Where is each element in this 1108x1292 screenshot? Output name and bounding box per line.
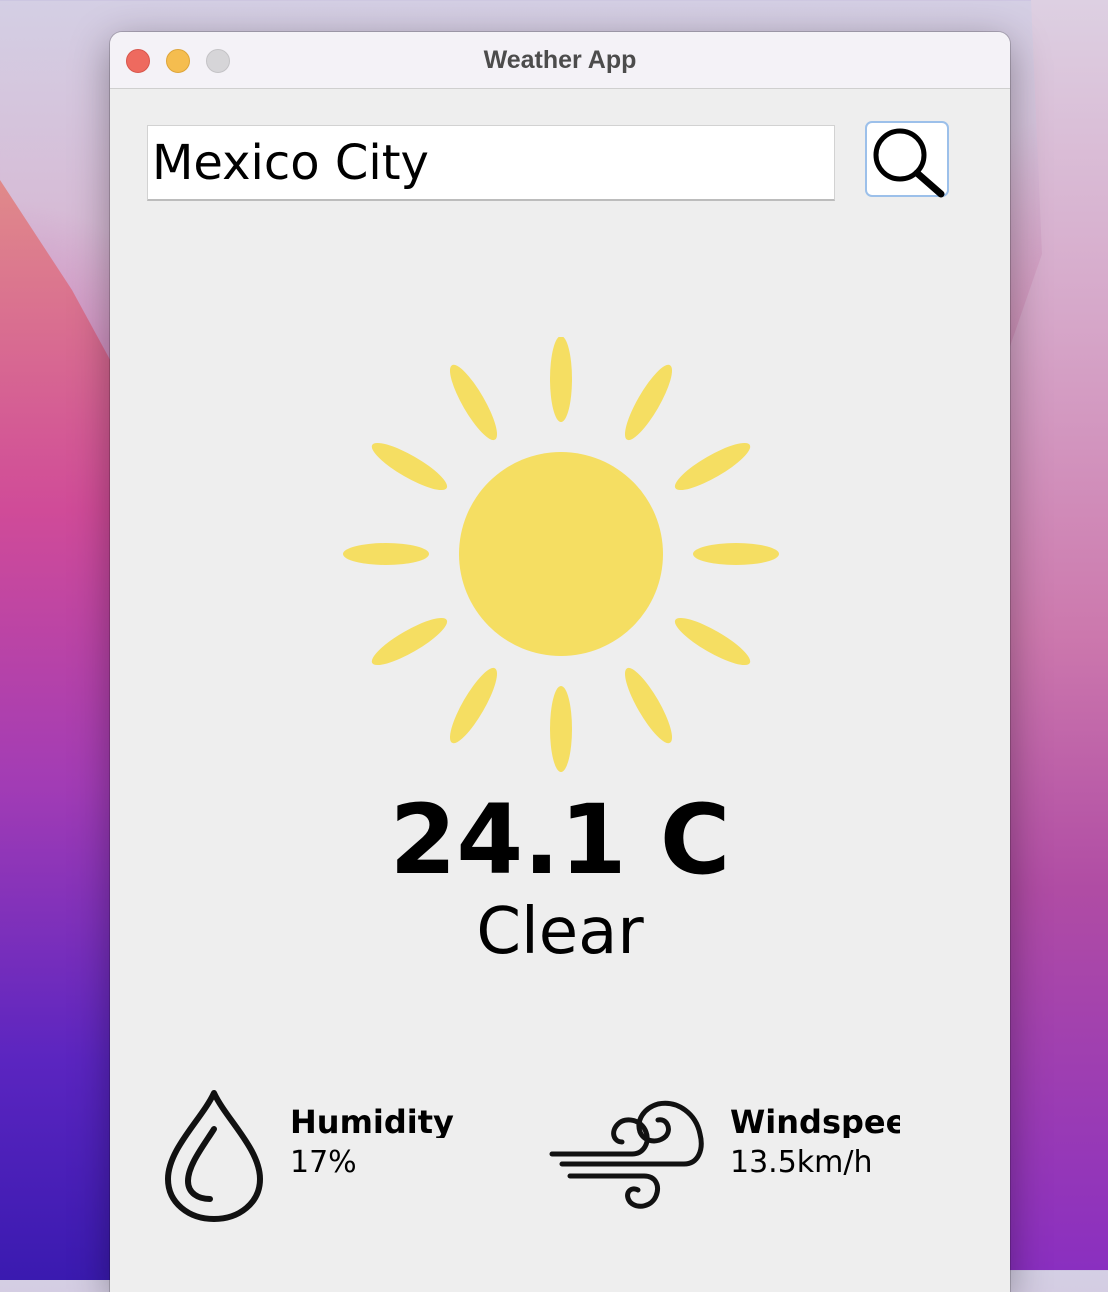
sun-ray	[624, 667, 673, 744]
humidity-label: Humidity	[290, 1106, 454, 1138]
sun-ray	[449, 364, 498, 441]
sun-ray	[674, 617, 751, 666]
sun-ray	[449, 667, 498, 744]
sun-ray	[550, 337, 572, 422]
search-button[interactable]	[865, 121, 949, 198]
sun-ray	[371, 442, 448, 491]
sun-ray	[674, 442, 751, 491]
window-title: Weather App	[483, 46, 637, 74]
humidity-icon	[165, 1090, 263, 1222]
windspeed-value: 13.5km/h	[730, 1148, 873, 1178]
sun-ray	[371, 617, 448, 666]
temperature-text: 24.1 C	[389, 784, 731, 896]
sun-ray	[343, 543, 429, 565]
humidity-value: 17%	[290, 1148, 357, 1178]
sun-icon	[343, 337, 779, 772]
sun-ray	[693, 543, 779, 565]
desktop-background-right	[998, 0, 1108, 1270]
weather-condition-text: Clear	[476, 895, 644, 969]
desktop-background-left	[0, 180, 120, 1280]
title-bar: Weather App	[110, 32, 1010, 89]
windspeed-label: Windspeed	[730, 1106, 900, 1138]
sun-ray	[550, 686, 572, 772]
app-window: Weather App 24.1 C Clear Humidity 17% Wi…	[110, 32, 1010, 1292]
city-search-input[interactable]	[147, 125, 835, 201]
sun-ray	[624, 364, 673, 441]
wind-icon	[549, 1100, 704, 1209]
search-icon	[873, 128, 945, 198]
